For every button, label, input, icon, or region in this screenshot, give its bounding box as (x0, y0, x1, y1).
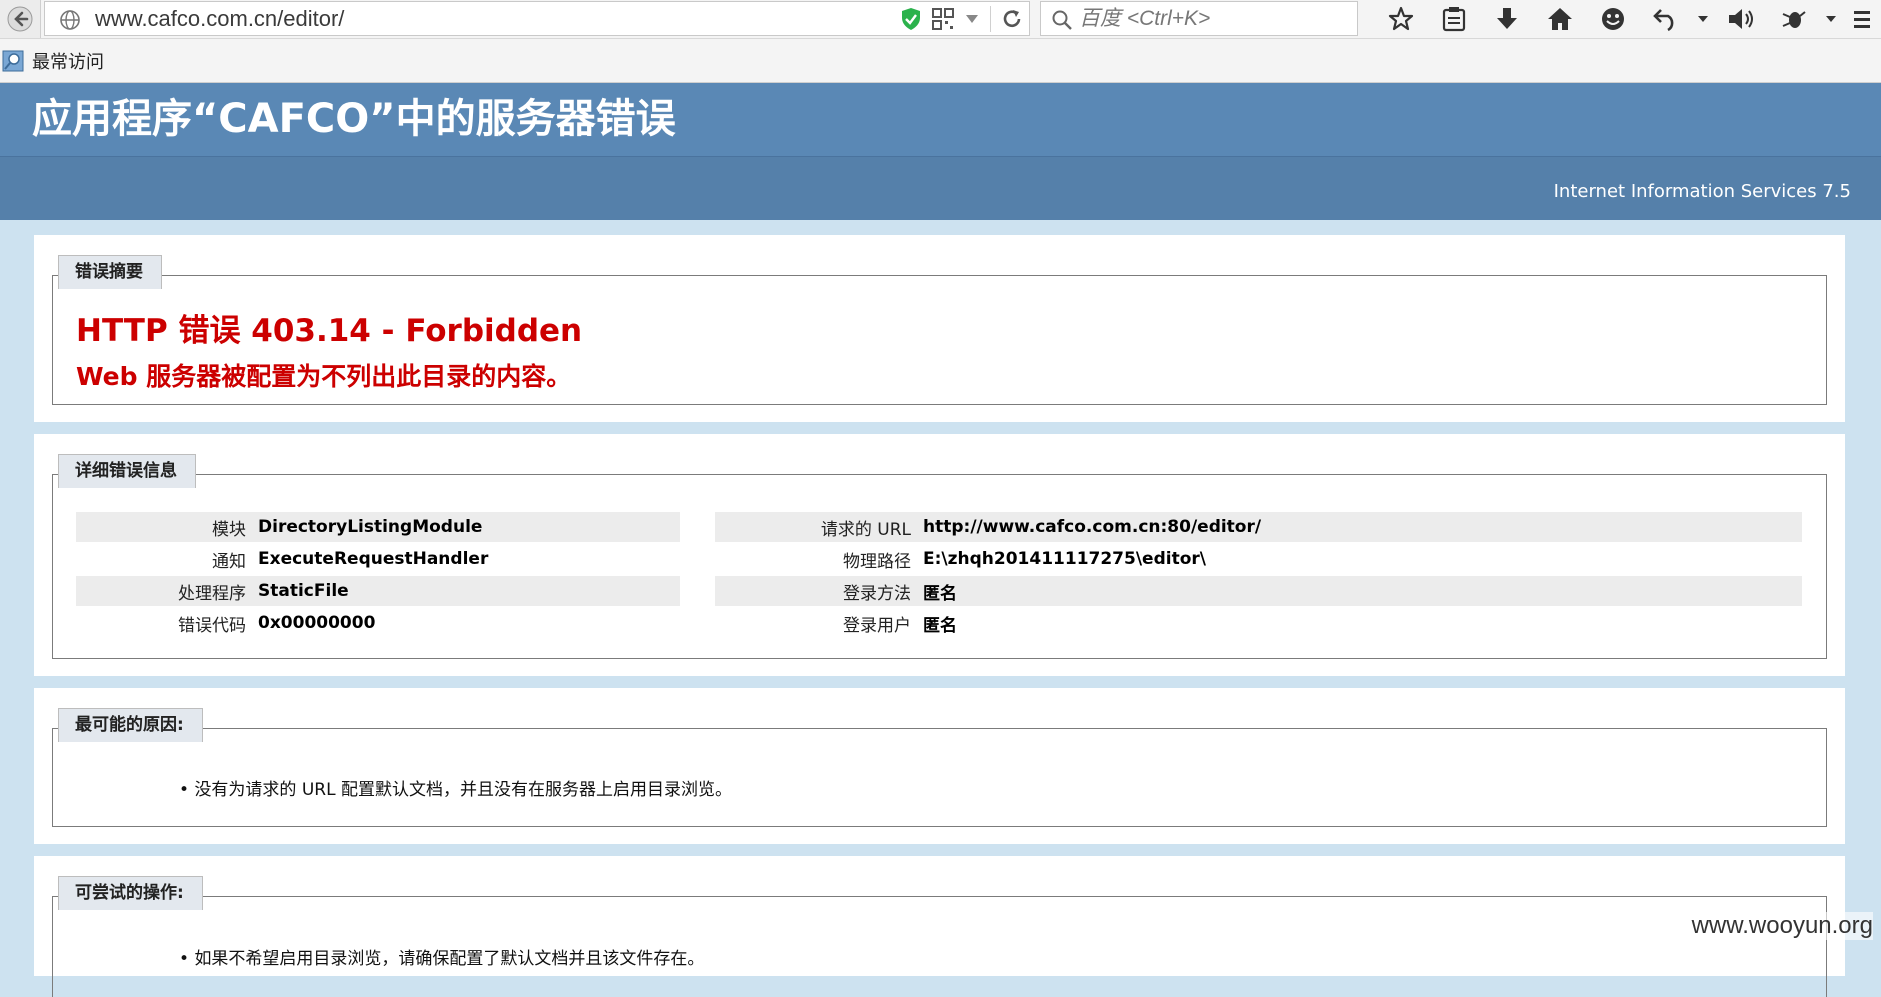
bug-icon (1782, 11, 1806, 28)
detail-label: 登录方法 (843, 583, 911, 604)
detail-row: 物理路径 E:\zhqh201411117275\editor\ (715, 544, 1802, 574)
reading-list-button[interactable] (1427, 0, 1480, 38)
detail-value: StaticFile (258, 581, 349, 601)
bookmark-folder-icon (2, 50, 24, 71)
detail-value: E:\zhqh201411117275\editor\ (923, 549, 1206, 569)
speaker-icon (1728, 9, 1753, 29)
detail-label: 通知 (212, 551, 246, 572)
shield-check-icon[interactable] (900, 7, 922, 31)
url-bar[interactable]: www.cafco.com.cn/editor/ (44, 1, 1030, 36)
page-title: 应用程序“CAFCO”中的服务器错误 (32, 96, 676, 142)
download-arrow-icon (1496, 8, 1517, 29)
error-description: Web 服务器被配置为不列出此目录的内容。 (76, 362, 572, 391)
causes-legend: 最可能的原因: (58, 708, 203, 742)
actions-panel: 可尝试的操作: • 如果不希望启用目录浏览，请确保配置了默认文档并且该文件存在。 (34, 856, 1845, 997)
actions-legend: 可尝试的操作: (58, 876, 203, 910)
browser-toolbar: www.cafco.com.cn/editor/ 百度 <Ctrl+K> (0, 0, 1881, 39)
emoji-button[interactable] (1586, 0, 1639, 38)
qr-code-icon[interactable] (932, 8, 954, 30)
detail-value: DirectoryListingModule (258, 517, 483, 537)
page-header: 应用程序“CAFCO”中的服务器错误 (0, 83, 1881, 157)
search-bar[interactable]: 百度 <Ctrl+K> (1040, 1, 1358, 36)
back-button[interactable] (0, 0, 41, 38)
detail-row: 请求的 URL http://www.cafco.com.cn:80/edito… (715, 512, 1802, 542)
smiley-icon (1601, 8, 1624, 30)
action-text: 如果不希望启用目录浏览，请确保配置了默认文档并且该文件存在。 (194, 949, 705, 969)
dropdown-arrow-icon[interactable] (964, 13, 980, 25)
detail-value: 0x00000000 (258, 613, 376, 633)
globe-icon (60, 10, 80, 30)
detail-row: 错误代码 0x00000000 (76, 608, 680, 638)
summary-legend: 错误摘要 (58, 255, 162, 289)
detail-label: 错误代码 (178, 615, 246, 636)
volume-button[interactable] (1714, 0, 1767, 38)
reload-icon[interactable] (1001, 8, 1023, 30)
detail-label: 请求的 URL (820, 519, 911, 540)
clipboard-list-icon (1442, 7, 1465, 32)
bookmark-star-button[interactable] (1374, 0, 1427, 38)
detail-label: 登录用户 (843, 615, 911, 636)
summary-panel: 错误摘要 HTTP 错误 403.14 - Forbidden Web 服务器被… (34, 235, 1845, 422)
details-panel: 详细错误信息 模块 DirectoryListingModule 通知 Exec… (34, 434, 1845, 676)
detail-value: 匿名 (923, 583, 957, 604)
detail-row: 登录用户 匿名 (715, 608, 1802, 638)
detail-label: 处理程序 (178, 583, 246, 604)
detail-row: 登录方法 匿名 (715, 576, 1802, 606)
detail-row: 通知 ExecuteRequestHandler (76, 544, 680, 574)
cause-text: 没有为请求的 URL 配置默认文档，并且没有在服务器上启用目录浏览。 (194, 780, 732, 800)
undo-dropdown[interactable] (1692, 0, 1714, 38)
details-legend: 详细错误信息 (58, 454, 196, 488)
bookmark-label: 最常访问 (32, 51, 104, 73)
server-banner: Internet Information Services 7.5 (0, 157, 1881, 220)
detail-row: 处理程序 StaticFile (76, 576, 680, 606)
detail-label: 物理路径 (843, 551, 911, 572)
star-icon (1388, 6, 1413, 31)
list-item: • 如果不希望启用目录浏览，请确保配置了默认文档并且该文件存在。 (179, 944, 704, 969)
menu-button[interactable] (1842, 0, 1881, 38)
home-button[interactable] (1533, 0, 1586, 38)
server-name: Internet Information Services 7.5 (1553, 181, 1851, 202)
addon-button[interactable] (1767, 0, 1820, 38)
watermark: www.wooyun.org (1691, 912, 1873, 940)
addon-dropdown[interactable] (1820, 0, 1842, 38)
causes-panel: 最可能的原因: • 没有为请求的 URL 配置默认文档，并且没有在服务器上启用目… (34, 688, 1845, 844)
home-icon (1547, 8, 1572, 30)
undo-arrow-icon (1652, 9, 1673, 32)
url-divider (990, 6, 991, 32)
detail-value: http://www.cafco.com.cn:80/editor/ (923, 517, 1262, 537)
toolbar-icons (1374, 0, 1881, 38)
detail-row: 模块 DirectoryListingModule (76, 512, 680, 542)
downloads-button[interactable] (1480, 0, 1533, 38)
detail-label: 模块 (212, 519, 246, 540)
undo-button[interactable] (1639, 0, 1692, 38)
search-placeholder: 百度 <Ctrl+K> (1079, 7, 1211, 30)
back-arrow-icon (7, 6, 33, 32)
detail-value: ExecuteRequestHandler (258, 549, 489, 569)
bullet-icon: • (179, 949, 195, 969)
search-icon (1052, 10, 1072, 30)
list-item: • 没有为请求的 URL 配置默认文档，并且没有在服务器上启用目录浏览。 (179, 775, 732, 800)
url-text: www.cafco.com.cn/editor/ (95, 6, 345, 31)
chevron-down-icon (1698, 16, 1708, 22)
bullet-icon: • (179, 780, 195, 800)
bookmark-most-visited[interactable]: 最常访问 (0, 39, 104, 82)
error-content: 错误摘要 HTTP 错误 403.14 - Forbidden Web 服务器被… (34, 235, 1845, 997)
detail-value: 匿名 (923, 615, 957, 636)
bookmarks-bar: 最常访问 (0, 39, 1881, 83)
error-code: HTTP 错误 403.14 - Forbidden (76, 313, 583, 349)
chevron-down-icon (1826, 16, 1836, 22)
hamburger-menu-icon (1854, 11, 1870, 28)
